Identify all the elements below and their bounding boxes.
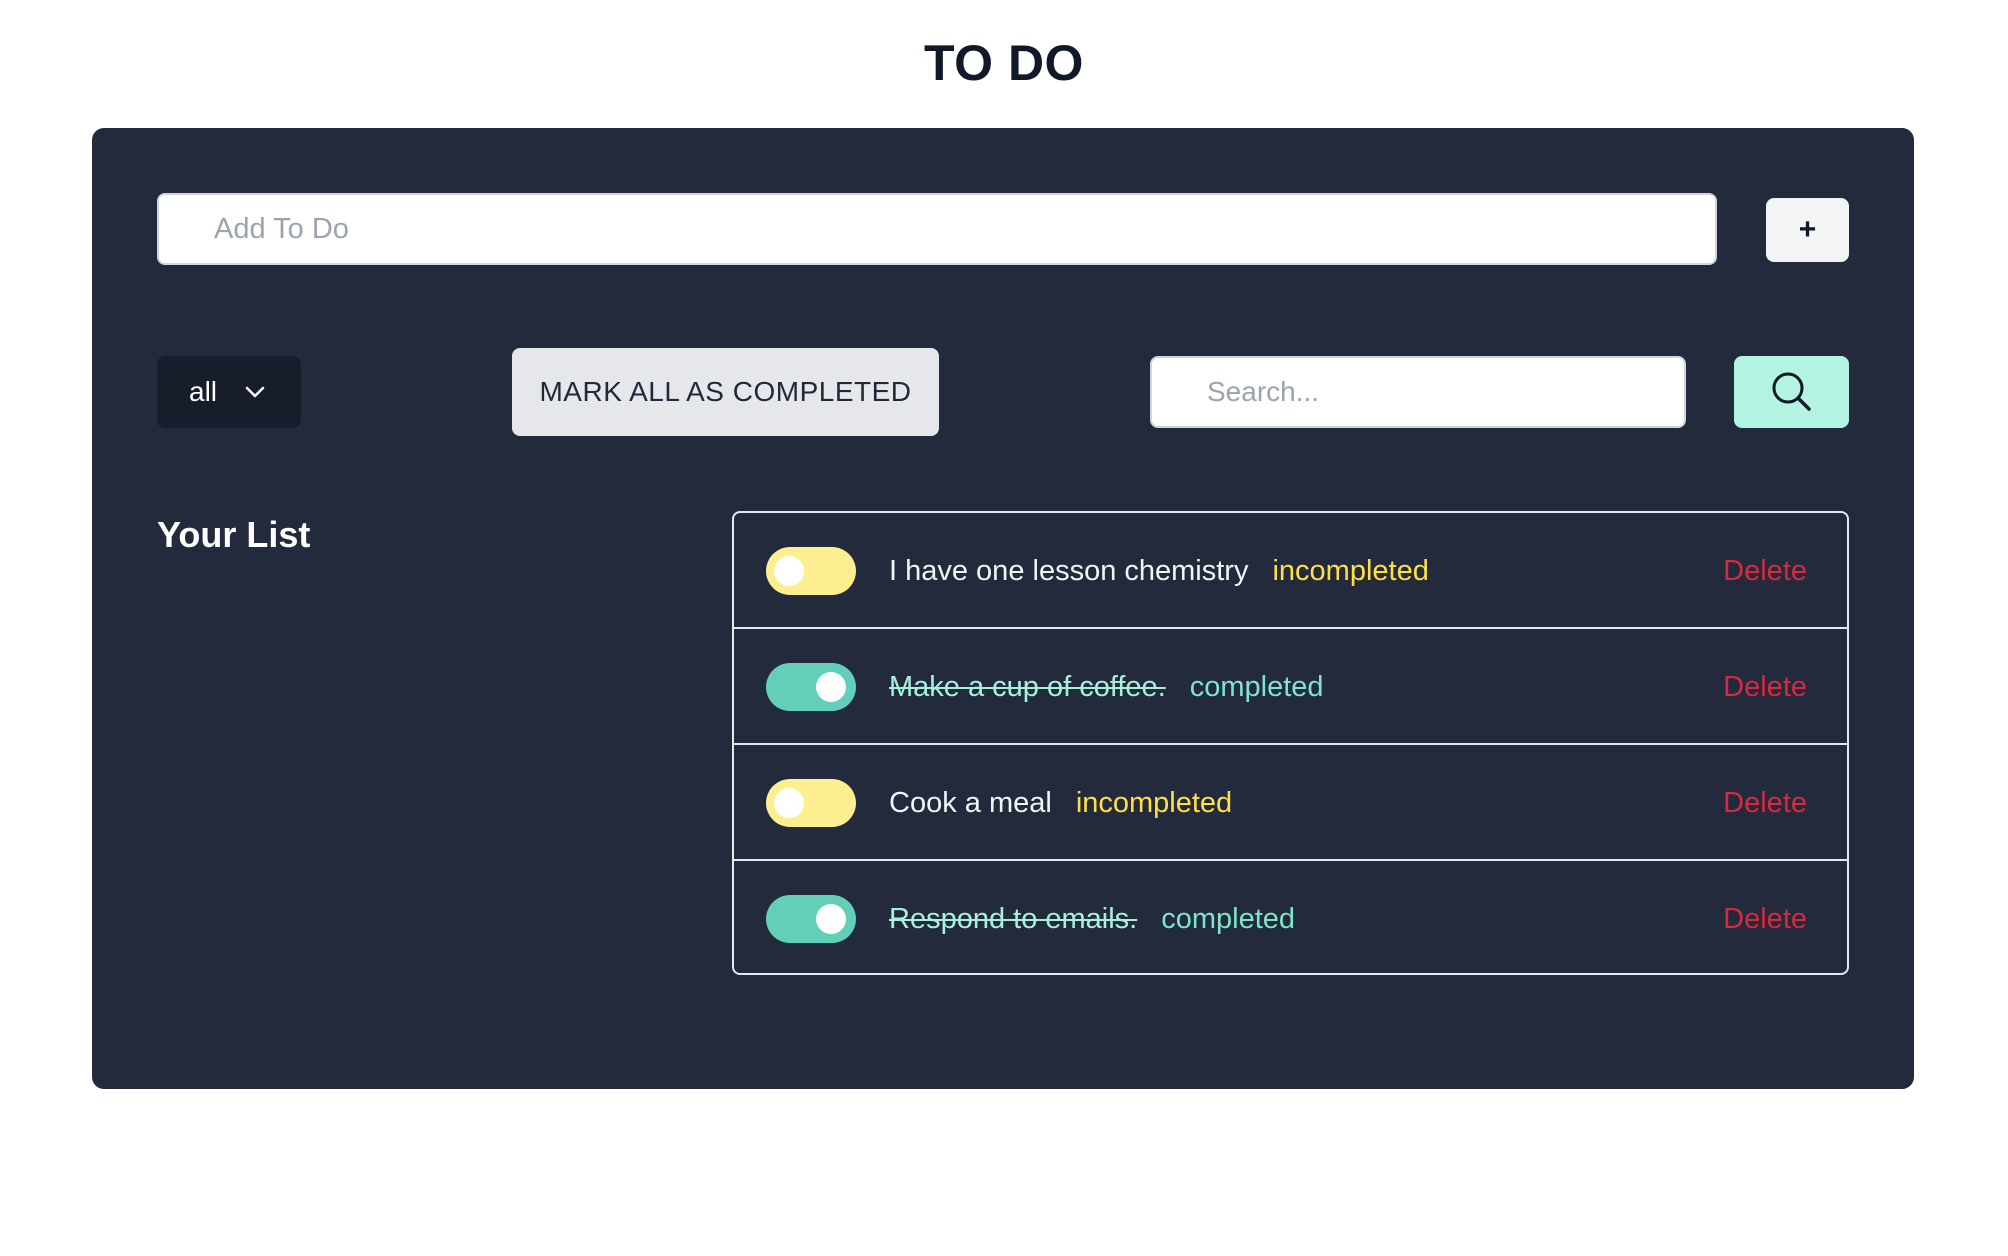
delete-button[interactable]: Delete	[1723, 669, 1807, 705]
chevron-down-icon	[245, 386, 265, 398]
add-todo-input[interactable]	[157, 193, 1717, 265]
todo-status: incompleted	[1272, 555, 1429, 587]
todo-status: completed	[1189, 671, 1324, 703]
todo-task-text: Cook a meal	[889, 787, 1052, 819]
todo-item: Cook a meal incompleted Delete	[734, 745, 1847, 861]
todo-panel: + all MARK ALL AS COMPLETED Your List I …	[92, 128, 1914, 1089]
todo-status: incompleted	[1075, 787, 1233, 819]
todo-item: Respond to emails. completed Delete	[734, 861, 1847, 973]
toggle-knob	[774, 788, 804, 818]
todo-toggle[interactable]	[766, 779, 856, 827]
mark-all-completed-button[interactable]: MARK ALL AS COMPLETED	[512, 348, 939, 436]
todo-text-group: Make a cup of coffee. completed	[889, 669, 1324, 705]
filter-selected-value: all	[189, 376, 218, 407]
delete-button[interactable]: Delete	[1723, 901, 1807, 937]
todo-text-group: Cook a meal incompleted	[889, 785, 1232, 821]
filter-select[interactable]: all	[157, 356, 301, 428]
toggle-knob	[774, 556, 804, 586]
search-button[interactable]	[1734, 356, 1849, 428]
delete-button[interactable]: Delete	[1723, 553, 1807, 589]
toggle-knob	[816, 672, 846, 702]
toggle-knob	[816, 904, 846, 934]
page-title: TO DO	[924, 35, 1084, 91]
todo-text-group: Respond to emails. completed	[889, 901, 1295, 937]
todo-task-text: I have one lesson chemistry	[889, 555, 1249, 587]
delete-button[interactable]: Delete	[1723, 785, 1807, 821]
list-heading: Your List	[157, 514, 311, 555]
todo-task-text: Make a cup of coffee.	[889, 671, 1166, 703]
search-input[interactable]	[1150, 356, 1686, 428]
todo-item: I have one lesson chemistry incompleted …	[734, 513, 1847, 629]
todo-toggle[interactable]	[766, 663, 856, 711]
todo-item: Make a cup of coffee. completed Delete	[734, 629, 1847, 745]
todo-toggle[interactable]	[766, 895, 856, 943]
add-todo-button[interactable]: +	[1766, 198, 1849, 262]
search-icon	[1772, 372, 1811, 411]
todo-task-text: Respond to emails.	[889, 903, 1138, 935]
todo-status: completed	[1161, 903, 1296, 935]
todo-text-group: I have one lesson chemistry incompleted	[889, 553, 1429, 589]
todo-toggle[interactable]	[766, 547, 856, 595]
todo-list: I have one lesson chemistry incompleted …	[732, 511, 1849, 975]
